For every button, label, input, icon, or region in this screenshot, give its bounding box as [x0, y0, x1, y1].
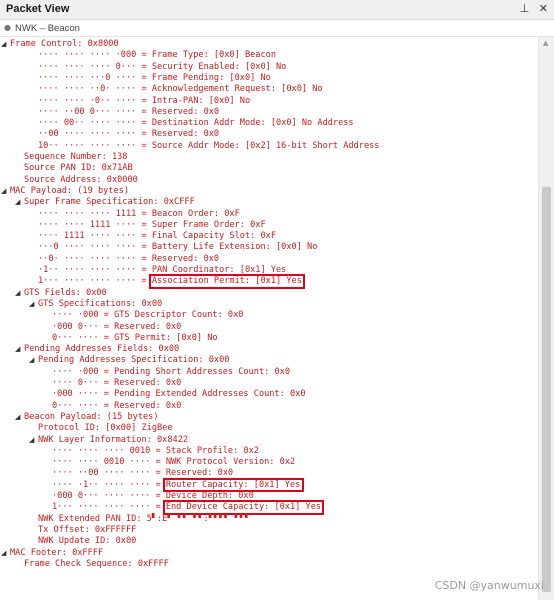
expand-arrow-icon[interactable]: ◢ — [15, 288, 20, 299]
tree-row-text: ·000 0··· = Reserved: 0x0 — [52, 321, 182, 332]
tree-row-text: ···· ···· ···0 ···· = Frame Pending: [0x… — [38, 72, 271, 83]
tree-row-text: Pending Addresses Fields: 0x00 — [24, 344, 180, 355]
tree-row-text: Frame Check Sequence: 0xFFFF — [24, 558, 169, 569]
tree-row-text: Protocol ID: [0x00] ZigBee — [38, 423, 173, 434]
tree-row-text: Frame Control: 0x8000 — [10, 39, 119, 49]
tree-row-text: ···· ···· ···· 0010 = Stack Profile: 0x2 — [52, 445, 259, 456]
tree-row-text: Tx Offset: 0xFFFFFF — [38, 524, 137, 535]
expand-arrow-icon[interactable]: ◢ — [1, 548, 6, 559]
tree-row-text: ···· ···· 0010 ···· = NWK Protocol Versi… — [52, 457, 296, 468]
tree-row-text: ···· 0··· = Reserved: 0x0 — [52, 378, 182, 388]
tree-row-text: MAC Footer: 0xFFFF — [10, 547, 104, 558]
subtab-label: NWK – Beacon — [15, 23, 80, 34]
expand-arrow-icon[interactable]: ◢ — [29, 435, 34, 446]
tree-row-text: Beacon Payload: (15 bytes) — [24, 411, 159, 422]
tree-row-text: MAC Payload: (19 bytes) — [10, 185, 129, 196]
tree-row-text: ···· 1111 ···· ···· = Final Capacity Slo… — [38, 231, 276, 242]
tree-row-text: 0··· ···· = GTS Permit: [0x0] No — [52, 332, 218, 343]
title-bar-controls: ⊥ ✕ — [514, 2, 548, 15]
expand-arrow-icon[interactable]: ◢ — [15, 197, 20, 208]
expand-arrow-icon[interactable]: ◢ — [29, 299, 34, 310]
highlight-box — [162, 477, 304, 492]
tree-row-text: ··0· ···· ···· ···· = Reserved: 0x0 — [38, 253, 220, 264]
tree-row-text: NWK Extended PAN ID: 5▘:E▘ ▘▘ ▘▘:▘▘▘▘ ▘▘… — [38, 513, 251, 524]
tree-row-text: GTS Fields: 0x00 — [24, 287, 107, 298]
vertical-scrollbar[interactable]: ▲ — [538, 37, 554, 600]
watermark: CSDN @yanwumuxi — [434, 579, 544, 592]
tree-row-text: ···· 00·· ···· ···· = Destination Addr M… — [38, 118, 354, 129]
bullet-icon: ● — [4, 23, 11, 32]
tree-row-text: Super Frame Specification: 0xCFFF — [24, 197, 195, 208]
tree-row-text: ·000 ···· = Pending Extended Addresses C… — [52, 389, 306, 400]
panel-title: Packet View — [6, 3, 70, 15]
tree-row-text: ···· ··00 0··· ···· = Reserved: 0x0 — [38, 106, 220, 117]
highlight-box — [148, 274, 306, 289]
close-icon[interactable]: ✕ — [539, 2, 548, 15]
tree-row-text: ···· ···· ·0·· ···· = Intra-PAN: [0x0] N… — [38, 95, 251, 106]
tree-row-text: Pending Addresses Specification: 0x00 — [38, 355, 230, 366]
tree-row-text: ···· ·000 = GTS Descriptor Count: 0x0 — [52, 310, 244, 321]
tree-row-text: NWK Update ID: 0x00 — [38, 536, 137, 547]
tree-row-text: Sequence Number: 138 — [24, 152, 128, 162]
tree-row-text: ···· ·000 = Pending Short Addresses Coun… — [52, 366, 290, 377]
tree-row-text: ···0 ···· ···· ···· = Battery Life Exten… — [38, 242, 318, 253]
tree-row-text: ···· ···· ···· ·000 = Frame Type: [0x0] … — [38, 50, 276, 61]
tree-row-text: NWK Layer Information: 0x8422 — [38, 434, 189, 445]
tree-row-text: 0··· ···· = Reserved: 0x0 — [52, 400, 182, 411]
tree-row-text: GTS Specifications: 0x00 — [38, 298, 163, 309]
tree-row-text: ···· ···· ···· 1111 = Beacon Order: 0xF — [38, 208, 240, 219]
highlight-box — [162, 500, 325, 515]
expand-arrow-icon[interactable]: ◢ — [15, 412, 20, 423]
tree-row-text: 10·· ···· ···· ···· = Source Addr Mode: … — [38, 140, 380, 151]
tree-row-text: ··00 ···· ···· ···· = Reserved: 0x0 — [38, 129, 220, 140]
tree-row-text: Source PAN ID: 0x71AB — [24, 163, 133, 174]
expand-arrow-icon[interactable]: ◢ — [1, 186, 6, 197]
packet-tree[interactable]: ◢ Frame Control: 0x8000 ···· ···· ···· ·00… — [0, 37, 538, 600]
scroll-up-icon[interactable]: ▲ — [543, 39, 548, 47]
expand-arrow-icon[interactable]: ◢ — [29, 355, 34, 366]
title-bar: Packet View ⊥ ✕ — [0, 0, 554, 20]
expand-arrow-icon[interactable]: ◢ — [15, 344, 20, 355]
tree-row-text: Source Address: 0x0000 — [24, 174, 138, 185]
tree-row-text: ···· ···· ··0· ···· = Acknowledgement Re… — [38, 84, 323, 95]
tree-row-text: ···· ···· 1111 ···· = Super Frame Order:… — [38, 219, 266, 230]
scroll-thumb[interactable] — [542, 187, 551, 592]
packet-subtab[interactable]: ● NWK – Beacon — [0, 20, 554, 37]
pin-icon[interactable]: ⊥ — [520, 2, 530, 15]
expand-arrow-icon[interactable]: ◢ — [1, 39, 6, 50]
tree-row-text: ···· ···· ···· 0··· = Security Enabled: … — [38, 61, 287, 72]
